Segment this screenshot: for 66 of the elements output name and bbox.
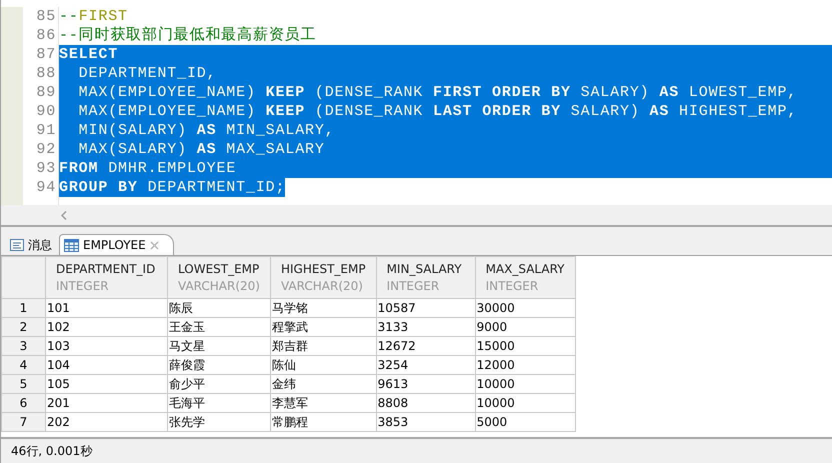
table-cell: 陈仙 [270,356,376,374]
table-cell: 103 [46,336,168,356]
row-number: 5 [2,374,46,394]
result-tab[interactable]: 消息 [5,234,59,255]
line-number: 91 [35,121,56,140]
column-header[interactable]: LOWEST_EMP VARCHAR(20) [168,256,270,298]
table-cell: 9613 [376,374,476,394]
table-cell: 10000 [475,394,576,412]
table-cell: 105 [46,374,168,394]
table-cell: 8808 [376,394,476,412]
table-cell: 15000 [475,336,576,356]
table-cell: 30000 [475,298,576,318]
row-number: 1 [2,298,46,318]
table-cell: 12000 [475,356,576,374]
table-cell: 毛海平 [168,394,270,412]
table-cell: 马学铭 [270,298,376,318]
result-tab[interactable]: EMPLOYEE [59,234,174,255]
table-cell: 101 [46,298,168,318]
table-cell: 张先学 [168,412,270,432]
status-text: 46行, 0.001秒 [11,442,92,460]
table-cell: 金纬 [270,374,376,394]
line-number: 93 [35,159,56,178]
row-number: 6 [2,394,46,412]
table-cell: 3133 [376,318,476,336]
close-icon[interactable] [150,240,159,250]
line-number: 88 [35,64,56,83]
row-number: 4 [2,356,46,374]
line-number: 89 [35,83,56,102]
table-cell: 3853 [376,412,476,432]
table-cell: 俞少平 [168,374,270,394]
column-header[interactable]: MAX_SALARY INTEGER [475,256,576,298]
line-number: 90 [35,102,56,121]
line-number: 92 [35,140,56,159]
row-number: 7 [2,412,46,432]
table-cell: 常鹏程 [270,412,376,432]
table-cell: 5000 [475,412,576,432]
table-cell: 9000 [475,318,576,336]
table-cell: 程擎武 [270,318,376,336]
line-number: 85 [35,7,56,26]
table-cell: 12672 [376,336,476,356]
table-icon [64,238,79,252]
table-cell: 10587 [376,298,476,318]
table-cell: 陈辰 [168,298,270,318]
table-cell: 马文星 [168,336,270,356]
row-number: 3 [2,336,46,356]
line-number: 94 [35,178,56,197]
column-header[interactable]: HIGHEST_EMP VARCHAR(20) [270,256,376,298]
column-header[interactable]: DEPARTMENT_ID INTEGER [46,256,168,298]
table-cell: 郑吉群 [270,336,376,356]
table-cell: 薛俊霞 [168,356,270,374]
table-cell: 102 [46,318,168,336]
table-cell: 王金玉 [168,318,270,336]
code-line: --同时获取部门最低和最高薪资员工 [59,26,318,45]
line-number: 86 [35,26,56,45]
table-cell: 202 [46,412,168,432]
table-cell: 3254 [376,356,476,374]
scroll-left-icon[interactable] [61,210,67,220]
table-cell: 李慧军 [270,394,376,412]
table-cell: 201 [46,394,168,412]
code-line: --FIRST [59,7,129,26]
table-cell: 104 [46,356,168,374]
message-icon [10,239,24,251]
row-number: 2 [2,318,46,336]
line-number: 87 [35,45,56,64]
column-header[interactable]: MIN_SALARY INTEGER [376,256,476,298]
table-cell: 10000 [475,374,576,394]
